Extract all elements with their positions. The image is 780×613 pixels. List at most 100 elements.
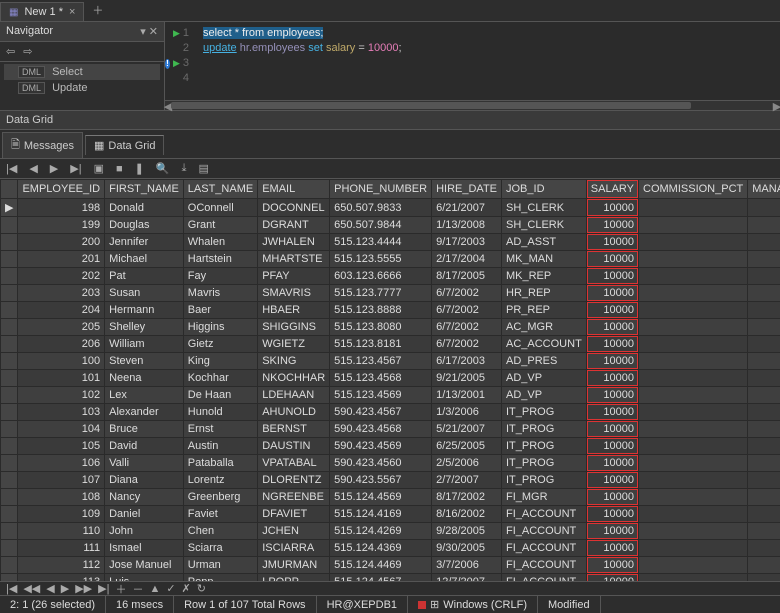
cell-job-id[interactable]: PR_REP bbox=[502, 302, 587, 319]
cell-email[interactable]: ISCIARRA bbox=[258, 540, 330, 557]
cell-manager-id[interactable]: 108 bbox=[748, 540, 780, 557]
cell-email[interactable]: JMURMAN bbox=[258, 557, 330, 574]
cell-manager-id[interactable]: 102 bbox=[748, 404, 780, 421]
cell-commission[interactable] bbox=[639, 438, 748, 455]
cell-hire-date[interactable]: 6/17/2003 bbox=[432, 353, 502, 370]
nav-prev-page-icon[interactable]: ◀◀ bbox=[21, 581, 42, 596]
table-row[interactable]: 103AlexanderHunoldAHUNOLD590.423.45671/3… bbox=[1, 404, 780, 421]
cell-first-name[interactable]: Neena bbox=[105, 370, 184, 387]
table-row[interactable]: 112Jose ManuelUrmanJMURMAN515.124.44693/… bbox=[1, 557, 780, 574]
cell-first-name[interactable]: Jennifer bbox=[105, 234, 184, 251]
col-employee-id[interactable]: EMPLOYEE_ID bbox=[18, 180, 105, 199]
cell-last-name[interactable]: Austin bbox=[183, 438, 257, 455]
cell-hire-date[interactable]: 2/7/2007 bbox=[432, 472, 502, 489]
table-row[interactable]: 109DanielFavietDFAVIET515.124.41698/16/2… bbox=[1, 506, 780, 523]
nav-add-icon[interactable]: ＋ bbox=[113, 580, 128, 598]
cell-commission[interactable] bbox=[639, 540, 748, 557]
cell-phone[interactable]: 590.423.4560 bbox=[330, 455, 432, 472]
cell-hire-date[interactable]: 5/21/2007 bbox=[432, 421, 502, 438]
cell-first-name[interactable]: William bbox=[105, 336, 184, 353]
cell-manager-id[interactable]: 101 bbox=[748, 489, 780, 506]
cell-phone[interactable]: 515.124.4369 bbox=[330, 540, 432, 557]
cell-salary[interactable]: 10000 bbox=[586, 302, 638, 319]
cell-commission[interactable] bbox=[639, 557, 748, 574]
cell-first-name[interactable]: Ismael bbox=[105, 540, 184, 557]
new-tab-button[interactable]: ＋ bbox=[84, 0, 111, 21]
cell-first-name[interactable]: Diana bbox=[105, 472, 184, 489]
cell-commission[interactable] bbox=[639, 506, 748, 523]
cell-employee-id[interactable]: 105 bbox=[18, 438, 105, 455]
cell-commission[interactable] bbox=[639, 234, 748, 251]
cell-phone[interactable]: 515.123.8181 bbox=[330, 336, 432, 353]
cell-first-name[interactable]: Shelley bbox=[105, 319, 184, 336]
nav-prev-icon[interactable]: ◀ bbox=[44, 581, 56, 596]
next-record-icon[interactable]: ▶ bbox=[48, 161, 60, 176]
cell-commission[interactable] bbox=[639, 421, 748, 438]
cell-employee-id[interactable]: 108 bbox=[18, 489, 105, 506]
cell-email[interactable]: PFAY bbox=[258, 268, 330, 285]
cell-hire-date[interactable]: 12/7/2007 bbox=[432, 574, 502, 582]
table-row[interactable]: 106ValliPataballaVPATABAL590.423.45602/5… bbox=[1, 455, 780, 472]
cell-last-name[interactable]: Chen bbox=[183, 523, 257, 540]
cell-job-id[interactable]: FI_ACCOUNT bbox=[502, 540, 587, 557]
cell-manager-id[interactable]: 100 bbox=[748, 370, 780, 387]
cell-hire-date[interactable]: 1/13/2008 bbox=[432, 217, 502, 234]
table-row[interactable]: 202PatFayPFAY603.123.66668/17/2005MK_REP… bbox=[1, 268, 780, 285]
nav-delete-icon[interactable]: － bbox=[130, 580, 145, 598]
cell-last-name[interactable]: Greenberg bbox=[183, 489, 257, 506]
cell-phone[interactable]: 515.124.4269 bbox=[330, 523, 432, 540]
cell-last-name[interactable]: Sciarra bbox=[183, 540, 257, 557]
cell-first-name[interactable]: Michael bbox=[105, 251, 184, 268]
close-icon[interactable]: × bbox=[69, 6, 75, 18]
cell-salary[interactable]: 10000 bbox=[586, 489, 638, 506]
cell-phone[interactable]: 515.124.4569 bbox=[330, 489, 432, 506]
cell-last-name[interactable]: Grant bbox=[183, 217, 257, 234]
col-job-id[interactable]: JOB_ID bbox=[502, 180, 587, 199]
table-row[interactable]: 201MichaelHartsteinMHARTSTE515.123.55552… bbox=[1, 251, 780, 268]
cell-salary[interactable]: 10000 bbox=[586, 574, 638, 582]
cell-manager-id[interactable]: 124 bbox=[748, 199, 780, 217]
cell-manager-id[interactable]: 100 bbox=[748, 387, 780, 404]
cell-email[interactable]: NKOCHHAR bbox=[258, 370, 330, 387]
cell-hire-date[interactable]: 8/16/2002 bbox=[432, 506, 502, 523]
cell-salary[interactable]: 10000 bbox=[586, 285, 638, 302]
tab-new1[interactable]: ▦ New 1 * × bbox=[0, 2, 84, 21]
cell-hire-date[interactable]: 2/5/2006 bbox=[432, 455, 502, 472]
cell-last-name[interactable]: Baer bbox=[183, 302, 257, 319]
cell-commission[interactable] bbox=[639, 370, 748, 387]
cell-employee-id[interactable]: 101 bbox=[18, 370, 105, 387]
cell-commission[interactable] bbox=[639, 302, 748, 319]
table-row[interactable]: 107DianaLorentzDLORENTZ590.423.55672/7/2… bbox=[1, 472, 780, 489]
cell-hire-date[interactable]: 3/7/2006 bbox=[432, 557, 502, 574]
table-row[interactable]: 100StevenKingSKING515.123.45676/17/2003A… bbox=[1, 353, 780, 370]
tab-data-grid[interactable]: ▦ Data Grid bbox=[85, 135, 164, 155]
table-row[interactable]: 200JenniferWhalenJWHALEN515.123.44449/17… bbox=[1, 234, 780, 251]
table-row[interactable]: 199DouglasGrantDGRANT650.507.98441/13/20… bbox=[1, 217, 780, 234]
col-commission[interactable]: COMMISSION_PCT bbox=[639, 180, 748, 199]
cell-phone[interactable]: 590.423.5567 bbox=[330, 472, 432, 489]
cell-hire-date[interactable]: 8/17/2002 bbox=[432, 489, 502, 506]
cell-commission[interactable] bbox=[639, 319, 748, 336]
cell-email[interactable]: SKING bbox=[258, 353, 330, 370]
editor-horizontal-scrollbar[interactable]: ◀ ▶ bbox=[165, 100, 780, 110]
cell-manager-id[interactable] bbox=[748, 353, 780, 370]
cell-salary[interactable]: 10000 bbox=[586, 421, 638, 438]
cell-hire-date[interactable]: 6/25/2005 bbox=[432, 438, 502, 455]
cell-first-name[interactable]: Bruce bbox=[105, 421, 184, 438]
nav-last-icon[interactable]: ▶| bbox=[96, 581, 111, 596]
cell-phone[interactable]: 515.124.4469 bbox=[330, 557, 432, 574]
search-icon[interactable]: 🔍 bbox=[154, 161, 172, 176]
cell-salary[interactable]: 10000 bbox=[586, 234, 638, 251]
cell-employee-id[interactable]: 100 bbox=[18, 353, 105, 370]
first-record-icon[interactable]: |◀ bbox=[4, 161, 19, 176]
cell-email[interactable]: HBAER bbox=[258, 302, 330, 319]
cell-salary[interactable]: 10000 bbox=[586, 506, 638, 523]
table-row[interactable]: 204HermannBaerHBAER515.123.88886/7/2002P… bbox=[1, 302, 780, 319]
cell-salary[interactable]: 10000 bbox=[586, 455, 638, 472]
last-record-icon[interactable]: ▶| bbox=[68, 161, 83, 176]
cell-salary[interactable]: 10000 bbox=[586, 523, 638, 540]
cell-first-name[interactable]: Douglas bbox=[105, 217, 184, 234]
cell-first-name[interactable]: Steven bbox=[105, 353, 184, 370]
cell-last-name[interactable]: Whalen bbox=[183, 234, 257, 251]
table-row[interactable]: 108NancyGreenbergNGREENBE515.124.45698/1… bbox=[1, 489, 780, 506]
